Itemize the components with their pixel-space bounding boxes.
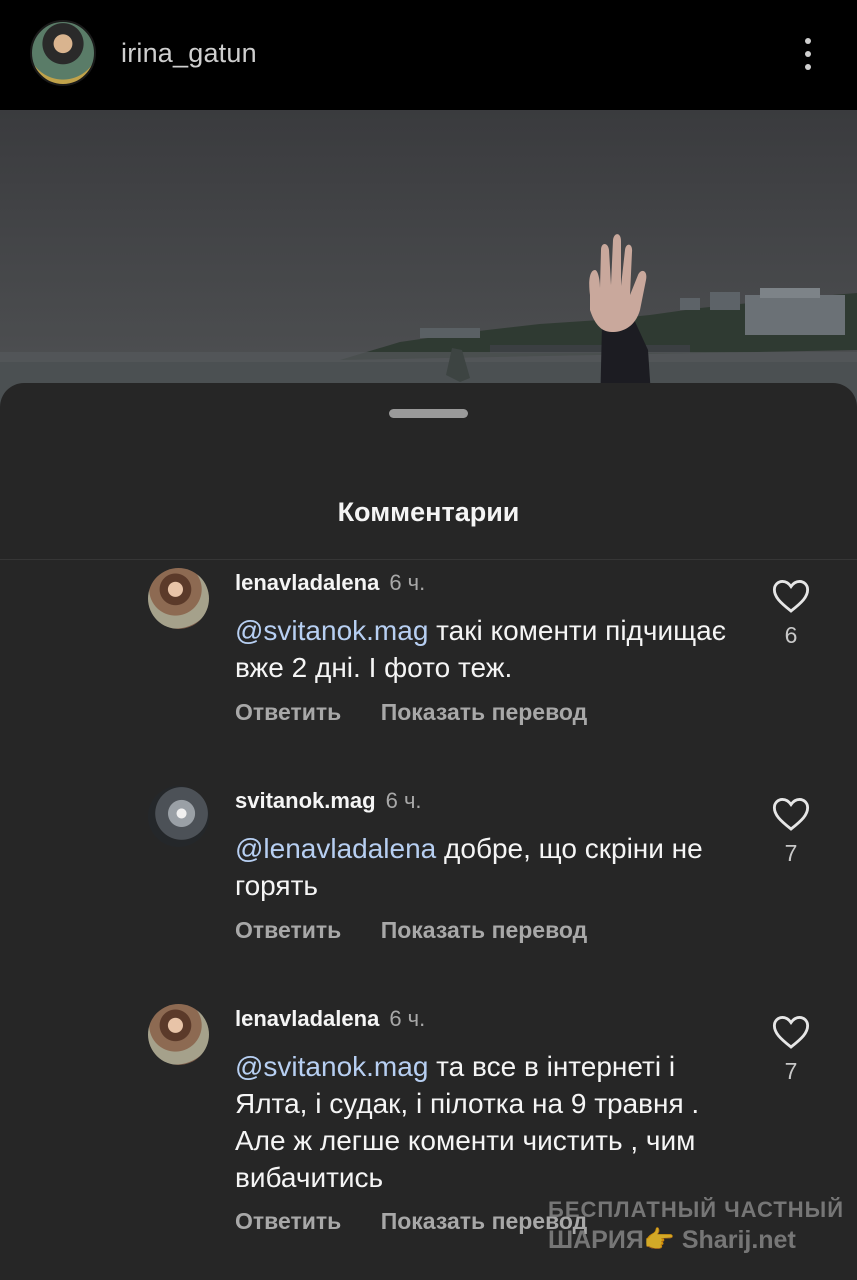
commenter-avatar[interactable] — [148, 1004, 209, 1065]
commenter-avatar[interactable] — [148, 786, 209, 847]
comment-time: 6 ч. — [385, 788, 422, 813]
like-count: 6 — [784, 622, 798, 648]
comment-time: 6 ч. — [389, 570, 426, 595]
reply-button[interactable]: Ответить — [235, 1208, 341, 1235]
comment-text: @svitanok.mag такі коменти підчищає вже … — [235, 612, 735, 686]
sheet-title: Комментарии — [337, 497, 520, 527]
comment-actions: Ответить Показать перевод — [235, 699, 620, 726]
divider — [0, 559, 857, 560]
commenter-username[interactable]: svitanok.mag — [235, 788, 376, 813]
like-count: 7 — [784, 840, 798, 866]
comment-actions: Ответить Показать перевод — [235, 917, 620, 944]
comments-sheet: Комментарии lenavladalena 6 ч. @svitanok.… — [0, 383, 857, 1280]
heart-icon[interactable] — [772, 1014, 810, 1050]
commenter-avatar[interactable] — [148, 568, 209, 629]
commenter-username[interactable]: lenavladalena — [235, 1006, 379, 1031]
heart-icon[interactable] — [772, 578, 810, 614]
heart-icon[interactable] — [772, 796, 810, 832]
drag-handle[interactable] — [389, 409, 468, 418]
watermark: БЕСПЛАТНЫЙ ЧАСТНЫЙ ШАРИЯ👉 Sharij.net — [548, 1195, 848, 1255]
show-translation-button[interactable]: Показать перевод — [381, 699, 588, 726]
comment-text: @lenavladalena добре, що скріни не горят… — [235, 830, 735, 904]
comment-meta: lenavladalena 6 ч. — [235, 570, 425, 596]
profile-avatar[interactable] — [30, 20, 96, 86]
comment-mention[interactable]: @svitanok.mag — [235, 1051, 428, 1082]
post-header: irina_gatun — [0, 0, 857, 110]
comment-mention[interactable]: @svitanok.mag — [235, 615, 428, 646]
reply-button[interactable]: Ответить — [235, 917, 341, 944]
reply-button[interactable]: Ответить — [235, 699, 341, 726]
watermark-line-2: ШАРИЯ👉 Sharij.net — [548, 1226, 796, 1254]
post-photo[interactable] — [0, 110, 857, 410]
comment-meta: svitanok.mag 6 ч. — [235, 788, 422, 814]
photo-scene — [0, 110, 857, 410]
comment-time: 6 ч. — [389, 1006, 426, 1031]
commenter-username[interactable]: lenavladalena — [235, 570, 379, 595]
watermark-line-1: БЕСПЛАТНЫЙ ЧАСТНЫЙ — [548, 1197, 845, 1222]
comment-text: @svitanok.mag та все в інтернеті і Ялта,… — [235, 1048, 735, 1196]
more-options-icon[interactable] — [796, 34, 820, 74]
like-count: 7 — [784, 1058, 798, 1084]
show-translation-button[interactable]: Показать перевод — [381, 917, 588, 944]
comment-meta: lenavladalena 6 ч. — [235, 1006, 425, 1032]
comment-mention[interactable]: @lenavladalena — [235, 833, 436, 864]
post-author-username[interactable]: irina_gatun — [121, 38, 257, 69]
